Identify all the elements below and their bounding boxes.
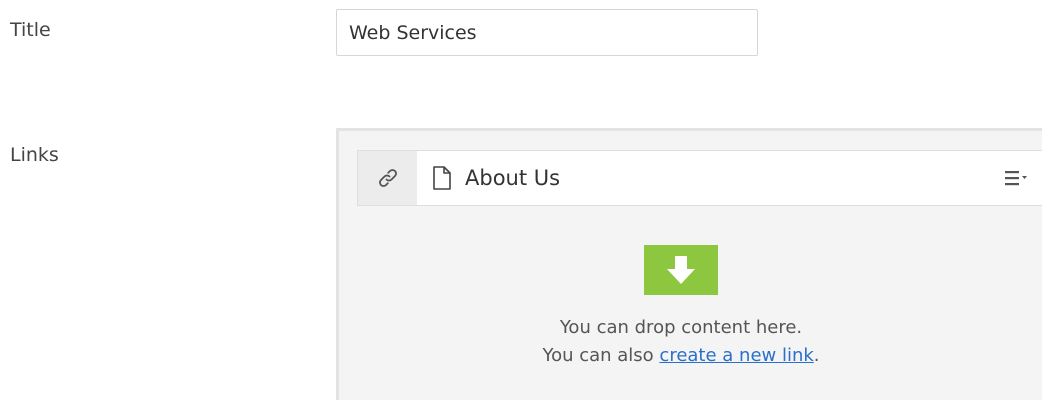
link-body[interactable]: About Us: [417, 151, 996, 205]
link-menu-button[interactable]: [996, 151, 1036, 205]
download-arrow-icon: [667, 256, 695, 284]
title-input[interactable]: [336, 9, 758, 56]
links-container: About Us You can drop content here. You …: [336, 128, 1042, 400]
title-label: Title: [10, 19, 51, 41]
create-link-prefix: You can also: [542, 345, 660, 366]
menu-dropdown-icon: [1005, 171, 1027, 186]
page-icon: [431, 165, 453, 191]
link-handle[interactable]: [358, 151, 417, 205]
link-name: About Us: [465, 166, 561, 190]
link-icon: [378, 169, 397, 187]
create-link-suffix: .: [813, 345, 820, 366]
links-label: Links: [10, 144, 59, 166]
create-new-link[interactable]: create a new link: [659, 345, 813, 366]
link-item[interactable]: About Us: [357, 150, 1042, 206]
drop-hint: You can drop content here.: [559, 317, 803, 338]
create-link-hint: You can also create a new link.: [339, 345, 1023, 366]
page: Title Links About Us: [0, 0, 1042, 400]
drop-arrow-box: [644, 245, 718, 295]
